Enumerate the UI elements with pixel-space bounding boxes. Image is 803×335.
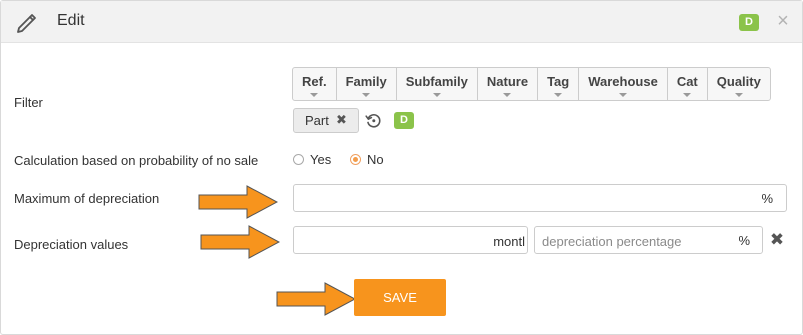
percent-suffix: % [738, 233, 750, 248]
filter-chip-part: Part ✖ [293, 108, 359, 133]
filter-column-label: Family [345, 74, 387, 89]
dialog-title: Edit [57, 12, 85, 29]
annotation-arrow-icon [198, 185, 278, 219]
filter-chip-label: Part [305, 113, 329, 128]
annotation-arrow-icon [276, 282, 356, 316]
caret-down-icon [310, 93, 319, 97]
max-depreciation-label: Maximum of depreciation [14, 191, 160, 206]
filter-column-label: Cat [676, 74, 698, 89]
filter-column-label: Nature [486, 74, 529, 89]
caret-down-icon [503, 93, 512, 97]
edit-dialog: Edit D × Filter Ref. Family Subfamily Na… [0, 0, 803, 335]
reset-filter-icon[interactable] [365, 112, 382, 129]
filter-column-nature[interactable]: Nature [478, 68, 539, 100]
depreciation-values-label: Depreciation values [14, 237, 129, 252]
filter-column-family[interactable]: Family [337, 68, 397, 100]
radio-no-label: No [367, 152, 384, 167]
depreciation-percentage-placeholder: depreciation percentage [542, 234, 682, 249]
filter-column-label: Tag [547, 74, 570, 89]
caret-down-icon [432, 93, 441, 97]
filter-column-label: Quality [716, 74, 761, 89]
radio-no[interactable] [350, 154, 361, 165]
filter-column-quality[interactable]: Quality [708, 68, 770, 100]
annotation-arrow-icon [200, 225, 280, 259]
caret-down-icon [619, 93, 628, 97]
radio-yes[interactable] [293, 154, 304, 165]
caret-down-icon [734, 93, 743, 97]
remove-chip-icon[interactable]: ✖ [336, 112, 347, 128]
filter-column-bar: Ref. Family Subfamily Nature Tag Warehou… [292, 67, 771, 101]
months-input[interactable]: montl [293, 226, 528, 254]
filter-d-badge: D [394, 112, 414, 129]
filter-column-label: Subfamily [405, 74, 468, 89]
months-value: montl [493, 234, 525, 249]
calculation-label: Calculation based on probability of no s… [14, 153, 259, 168]
radio-option-no[interactable]: No [350, 152, 384, 167]
radio-option-yes[interactable]: Yes [293, 152, 331, 167]
percent-suffix: % [761, 191, 773, 206]
caret-down-icon [362, 93, 371, 97]
filter-column-cat[interactable]: Cat [668, 68, 708, 100]
max-depreciation-input[interactable]: % [293, 184, 787, 212]
dialog-header: Edit D × [1, 1, 802, 43]
close-icon[interactable]: × [774, 11, 792, 31]
filter-column-label: Ref. [302, 74, 327, 89]
remove-row-icon[interactable]: ✖ [768, 231, 786, 249]
pencil-icon [17, 14, 36, 33]
filter-column-subfamily[interactable]: Subfamily [397, 68, 478, 100]
filter-label: Filter [14, 95, 43, 110]
filter-column-ref[interactable]: Ref. [293, 68, 337, 100]
radio-yes-label: Yes [310, 152, 332, 167]
caret-down-icon [554, 93, 563, 97]
caret-down-icon [683, 93, 692, 97]
filter-column-warehouse[interactable]: Warehouse [579, 68, 668, 100]
filter-column-label: Warehouse [588, 74, 658, 89]
save-button[interactable]: SAVE [354, 279, 446, 316]
header-d-badge: D [739, 14, 759, 31]
filter-column-tag[interactable]: Tag [538, 68, 580, 100]
depreciation-percentage-input[interactable]: depreciation percentage % [534, 226, 763, 254]
